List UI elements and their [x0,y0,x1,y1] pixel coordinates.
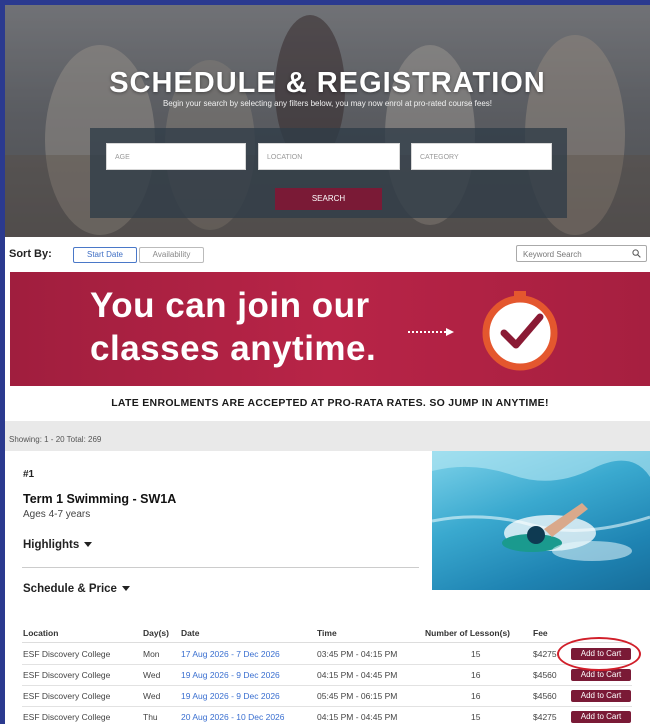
row-location: ESF Discovery College [23,670,111,680]
row-date[interactable]: 20 Aug 2026 - 10 Dec 2026 [181,712,285,722]
keyword-search-input[interactable]: Keyword Search [516,245,647,262]
caret-down-icon [84,542,93,548]
row-time: 05:45 PM - 06:15 PM [317,691,398,701]
search-icon[interactable] [632,249,641,258]
row-date[interactable]: 19 Aug 2026 - 9 Dec 2026 [181,670,280,680]
table-header-divider [22,642,632,643]
row-time: 03:45 PM - 04:15 PM [317,649,398,659]
column-lessons: Number of Lesson(s) [425,628,511,638]
row-day: Mon [143,649,160,659]
row-lessons: 16 [471,691,481,701]
row-time: 04:15 PM - 04:45 PM [317,670,398,680]
row-day: Wed [143,670,161,680]
row-day: Wed [143,691,161,701]
page-title: SCHEDULE & REGISTRATION [109,67,546,99]
course-number: #1 [23,469,35,480]
late-enrolment-notice: LATE ENROLMENTS ARE ACCEPTED AT PRO-RATA… [10,386,650,420]
row-fee: $4275 [533,649,557,659]
row-lessons: 15 [471,712,481,722]
row-location: ESF Discovery College [23,691,111,701]
swimmer-image [432,451,650,561]
category-filter[interactable]: CATEGORY [411,143,552,170]
caret-down-icon [121,586,130,592]
column-fee: Fee [533,628,548,638]
row-day: Thu [143,712,158,722]
column-days: Day(s) [143,628,169,638]
sort-label: Sort By: [9,248,52,260]
table-row: ESF Discovery College Thu 20 Aug 2026 - … [5,708,650,724]
row-date[interactable]: 17 Aug 2026 - 7 Dec 2026 [181,649,280,659]
row-fee: $4560 [533,691,557,701]
hero-section: SCHEDULE & REGISTRATION Begin your searc… [5,5,650,237]
row-divider [22,706,632,707]
course-title[interactable]: Term 1 Swimming - SW1A [23,492,176,506]
highlights-toggle[interactable]: Highlights [23,539,93,551]
row-time: 04:15 PM - 04:45 PM [317,712,398,722]
highlight-annotation [557,637,641,671]
schedule-price-label: Schedule & Price [23,583,117,595]
table-row: ESF Discovery College Mon 17 Aug 2026 - … [5,645,650,665]
row-location: ESF Discovery College [23,649,111,659]
location-filter[interactable]: LOCATION [258,143,400,170]
row-location: ESF Discovery College [23,712,111,722]
age-filter[interactable]: AGE [106,143,246,170]
search-button[interactable]: SEARCH [275,188,382,210]
sort-start-date[interactable]: Start Date [73,247,137,263]
column-location: Location [23,628,59,638]
row-fee: $4275 [533,712,557,722]
promo-banner[interactable]: You can join our classes anytime. [10,272,650,386]
divider [22,567,419,568]
highlights-label: Highlights [23,539,80,551]
row-lessons: 15 [471,649,481,659]
column-date: Date [181,628,200,638]
row-date[interactable]: 19 Aug 2026 - 9 Dec 2026 [181,691,280,701]
course-card: #1 Term 1 Swimming - SW1A Ages 4-7 years… [5,451,650,724]
table-row: ESF Discovery College Wed 19 Aug 2026 - … [5,666,650,686]
sort-availability[interactable]: Availability [139,247,204,263]
keyword-search-placeholder: Keyword Search [523,250,582,259]
add-to-cart-button[interactable]: Add to Cart [571,711,631,723]
course-ages: Ages 4-7 years [23,509,91,520]
hero-subtitle: Begin your search by selecting any filte… [162,99,493,108]
table-row: ESF Discovery College Wed 19 Aug 2026 - … [5,687,650,707]
results-count: Showing: 1 - 20 Total: 269 [5,421,650,447]
row-divider [22,664,632,665]
add-to-cart-button[interactable]: Add to Cart [571,690,631,702]
page: SCHEDULE & REGISTRATION Begin your searc… [5,5,650,724]
clock-check-icon [482,291,558,371]
column-time: Time [317,628,337,638]
filter-panel: AGE LOCATION CATEGORY SEARCH [90,128,567,218]
schedule-price-toggle[interactable]: Schedule & Price [23,583,130,595]
row-divider [22,685,632,686]
banner-line-1: You can join our [90,286,370,325]
arrow-icon [408,328,454,336]
sort-bar: Sort By: Start Date Availability Keyword… [5,237,650,271]
row-lessons: 16 [471,670,481,680]
course-photo [432,451,650,590]
row-fee: $4560 [533,670,557,680]
banner-line-2: classes anytime. [90,329,377,368]
